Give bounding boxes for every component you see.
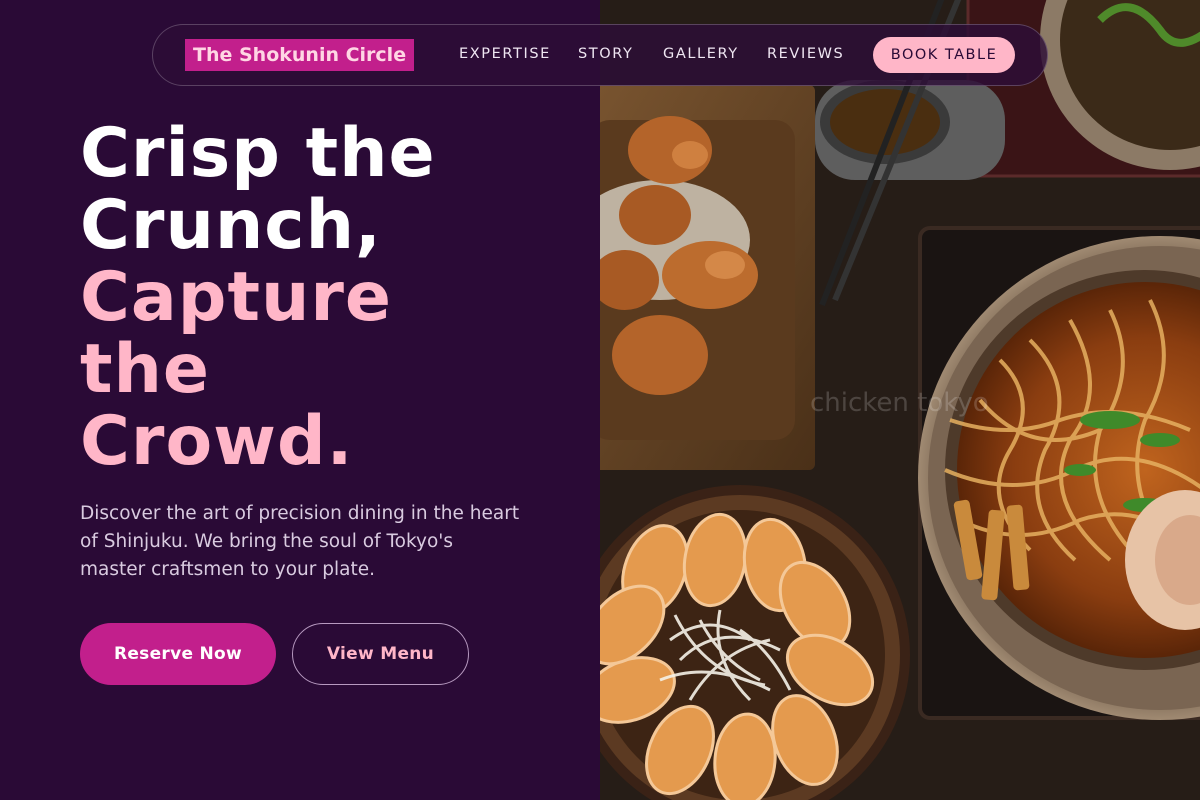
headline-line-5: Crowd. <box>80 402 354 481</box>
view-menu-button[interactable]: View Menu <box>292 623 469 685</box>
headline-line-4: the <box>80 330 211 409</box>
hero-text-panel: Crisp the Crunch, Capture the Crowd. Dis… <box>0 0 600 800</box>
hero-food-image: chicken tokyo <box>600 0 1200 800</box>
brand-logo[interactable]: The Shokunin Circle <box>185 39 415 71</box>
nav-link-gallery[interactable]: GALLERY <box>663 46 739 62</box>
hero-subtext: Discover the art of precision dining in … <box>80 503 520 580</box>
landing-page: Crisp the Crunch, Capture the Crowd. Dis… <box>0 0 1200 800</box>
top-navigation: The Shokunin Circle EXPERTISE STORY GALL… <box>152 24 1048 86</box>
book-table-button[interactable]: BOOK TABLE <box>873 37 1015 73</box>
reserve-now-button[interactable]: Reserve Now <box>80 623 276 685</box>
nav-link-reviews[interactable]: REVIEWS <box>767 46 844 62</box>
headline-line-1: Crisp the <box>80 114 436 193</box>
nav-link-expertise[interactable]: EXPERTISE <box>459 46 551 62</box>
image-watermark: chicken tokyo <box>810 388 989 418</box>
headline-line-2: Crunch, <box>80 186 382 265</box>
headline-line-3: Capture <box>80 258 393 337</box>
hero-headline: Crisp the Crunch, Capture the Crowd. <box>80 118 580 478</box>
nav-link-story[interactable]: STORY <box>578 46 633 62</box>
